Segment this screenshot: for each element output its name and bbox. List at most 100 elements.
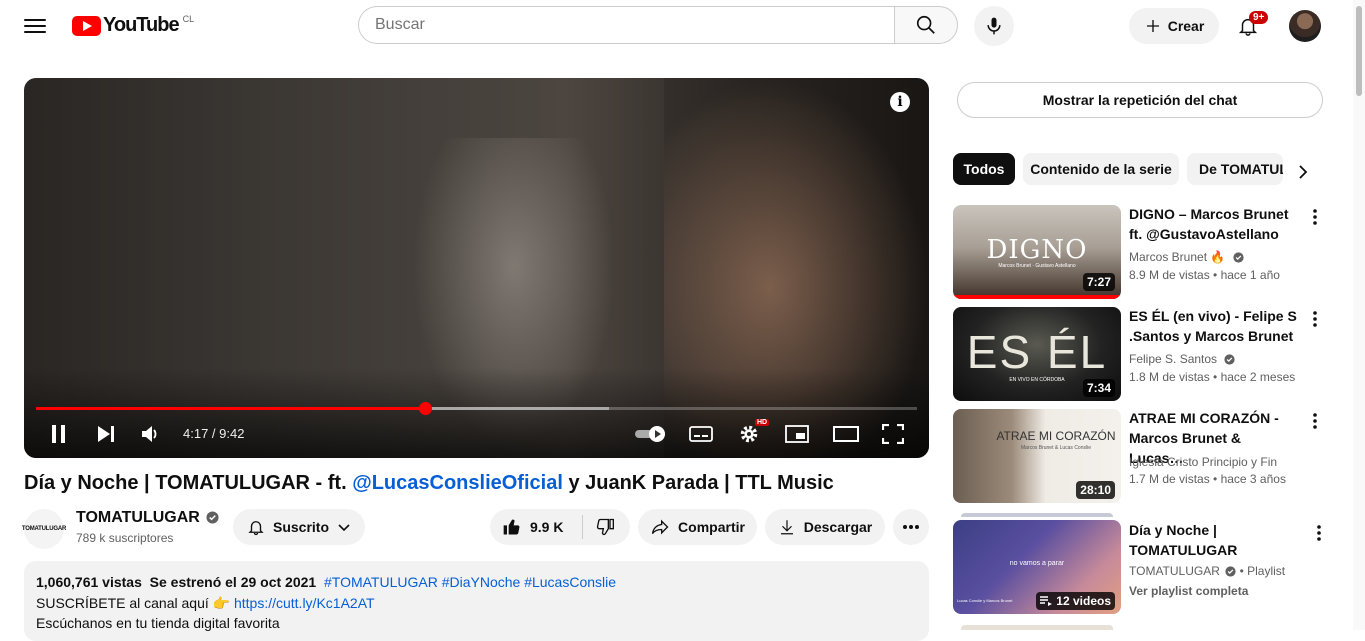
duration-badge: 28:10 — [1076, 481, 1115, 499]
subscriber-count: 789 k suscriptores — [76, 531, 174, 545]
dislike-button[interactable] — [595, 517, 615, 537]
pause-button[interactable] — [48, 422, 70, 446]
chevron-right-icon — [1299, 165, 1308, 179]
fullscreen-icon — [882, 424, 904, 444]
watched-bar — [953, 295, 1121, 299]
fullscreen-button[interactable] — [881, 422, 905, 446]
subscribe-cta: SUSCRÍBETE al canal aquí 👉 — [36, 595, 231, 611]
subtitles-icon — [689, 426, 713, 442]
thumbnail-4[interactable]: no vamos a parar Lucas Conslie y Marcos … — [953, 520, 1121, 614]
channel-name-text: TOMATULUGAR — [76, 509, 200, 526]
autoplay-toggle[interactable] — [633, 422, 669, 446]
youtube-play-icon — [72, 15, 101, 36]
share-label: Compartir — [678, 519, 745, 535]
playlist-stack-edge — [961, 513, 1113, 517]
menu-icon[interactable] — [24, 15, 46, 37]
chips-next-button[interactable] — [1291, 160, 1315, 184]
playlist-icon — [1040, 596, 1053, 606]
share-button[interactable]: Compartir — [638, 509, 757, 545]
channel-avatar-text: TOMATULUGAR — [21, 526, 67, 532]
volume-button[interactable] — [140, 422, 162, 446]
mention-link[interactable]: @LucasConslieOficial — [352, 472, 563, 494]
volume-icon — [142, 426, 157, 442]
related-channel-1[interactable]: Marcos Brunet 🔥 — [1129, 250, 1244, 264]
verified-icon — [206, 511, 219, 524]
miniplayer-icon — [785, 425, 809, 443]
related-title-1[interactable]: DIGNO – Marcos Brunet ft. @GustavoAstell… — [1129, 204, 1299, 244]
related-channel-1-text: Marcos Brunet 🔥 — [1129, 250, 1226, 264]
download-button[interactable]: Descargar — [765, 509, 885, 545]
theater-icon — [833, 426, 859, 442]
more-actions-button[interactable] — [893, 509, 929, 545]
related-meta-2: 1.8 M de vistas • hace 2 meses — [1129, 370, 1296, 384]
thumb-4-subtitle: Lucas Conslie y Marcos Brunet — [957, 598, 1013, 603]
view-count: 1,060,761 vistas — [36, 574, 142, 590]
thumb-3-subtitle: Marcos Brunet & Lucas Conslie — [1020, 445, 1092, 451]
more-vert-icon[interactable] — [1305, 207, 1325, 227]
thumbnail-1[interactable]: DIGNO Marcos Brunet · Gustavo Astellano … — [953, 205, 1121, 299]
subscribe-link[interactable]: https://cutt.ly/Kc1A2AT — [234, 595, 375, 611]
thumbnail-2[interactable]: ES ÉL EN VIVO EN CÓRDOBA 7:34 — [953, 307, 1121, 401]
thumb-2-title: ES ÉL — [966, 326, 1108, 378]
video-player[interactable] — [24, 78, 929, 458]
create-label: Crear — [1167, 18, 1205, 34]
progress-played — [36, 407, 426, 410]
avatar[interactable] — [1289, 10, 1321, 42]
search-button[interactable] — [894, 6, 958, 44]
view-full-playlist-link[interactable]: Ver playlist completa — [1129, 584, 1248, 598]
info-icon[interactable]: i — [890, 92, 910, 112]
next-icon — [98, 426, 114, 442]
subtitles-button[interactable] — [689, 422, 713, 446]
autoplay-icon — [635, 426, 665, 442]
like-button[interactable]: 9.9 K — [502, 517, 582, 537]
theater-mode-button[interactable] — [833, 422, 859, 446]
channel-avatar[interactable]: TOMATULUGAR — [21, 509, 67, 549]
time-display: 4:17 / 9:42 — [183, 426, 245, 441]
next-thumbnail-edge — [961, 625, 1113, 630]
next-button[interactable] — [95, 422, 117, 446]
youtube-logo[interactable]: YouTube CL — [72, 14, 194, 37]
more-vert-icon[interactable] — [1309, 523, 1329, 543]
related-channel-2[interactable]: Felipe S. Santos — [1129, 352, 1236, 366]
pause-icon — [52, 425, 65, 443]
progress-scrubber[interactable] — [418, 402, 432, 415]
playlist-count-badge: 12 videos — [1036, 592, 1115, 610]
related-channel-4-text: TOMATULUGAR — [1129, 564, 1220, 578]
voice-search-button[interactable] — [974, 6, 1014, 46]
description-stats: 1,060,761 vistas Se estrenó el 29 oct 20… — [36, 574, 616, 590]
logo-wordmark: YouTube — [103, 14, 180, 36]
duration-badge: 7:27 — [1082, 273, 1115, 291]
subscribed-button[interactable]: Suscrito — [233, 509, 365, 545]
like-count: 9.9 K — [530, 519, 564, 535]
notification-badge: 9+ — [1249, 11, 1269, 24]
chip-series[interactable]: Contenido de la serie — [1023, 153, 1179, 185]
hashtags[interactable]: #TOMATULUGAR #DiaYNoche #LucasConslie — [324, 574, 616, 590]
create-button[interactable]: Crear — [1129, 8, 1219, 44]
chip-channel-label: De TOMATULUGAR — [1199, 161, 1283, 177]
related-channel-3[interactable]: Iglesia Cristo Principio y Fin — [1129, 455, 1277, 469]
channel-name[interactable]: TOMATULUGAR — [76, 509, 219, 527]
more-vert-icon[interactable] — [1305, 309, 1325, 329]
related-title-4[interactable]: Día y Noche | TOMATULUGAR — [1129, 520, 1289, 560]
chip-channel[interactable]: De TOMATULUGAR — [1187, 153, 1283, 185]
chevron-down-icon — [338, 524, 350, 532]
verified-icon — [1225, 566, 1236, 577]
scrollbar-thumb[interactable] — [1356, 6, 1362, 96]
related-meta-3: 1.7 M de vistas • hace 3 años — [1129, 472, 1286, 486]
description-line-2: SUSCRÍBETE al canal aquí 👉 https://cutt.… — [36, 595, 375, 612]
description-line-3: Escúchanos en tu tienda digital favorita — [36, 615, 280, 631]
hd-badge: HD — [755, 419, 770, 426]
miniplayer-button[interactable] — [785, 422, 809, 446]
thumbnail-3[interactable]: ATRAE MI CORAZÓN Marcos Brunet & Lucas C… — [953, 409, 1121, 503]
video-title: Día y Noche | TOMATULUGAR - ft. @LucasCo… — [24, 472, 834, 495]
search-input[interactable] — [358, 6, 894, 44]
chat-replay-button[interactable]: Mostrar la repetición del chat — [957, 82, 1323, 118]
thumb-4-title: no vamos a parar — [1009, 560, 1065, 567]
related-channel-4[interactable]: TOMATULUGAR • Playlist — [1129, 564, 1285, 578]
thumbs-up-icon — [503, 519, 520, 535]
more-vert-icon[interactable] — [1305, 411, 1325, 431]
related-title-2[interactable]: ES ÉL (en vivo) - Felipe S .Santos y Mar… — [1129, 306, 1299, 346]
chip-all[interactable]: Todos — [953, 153, 1015, 185]
related-channel-2-text: Felipe S. Santos — [1129, 352, 1218, 366]
title-part-1: Día y Noche | TOMATULUGAR - ft. — [24, 472, 353, 494]
